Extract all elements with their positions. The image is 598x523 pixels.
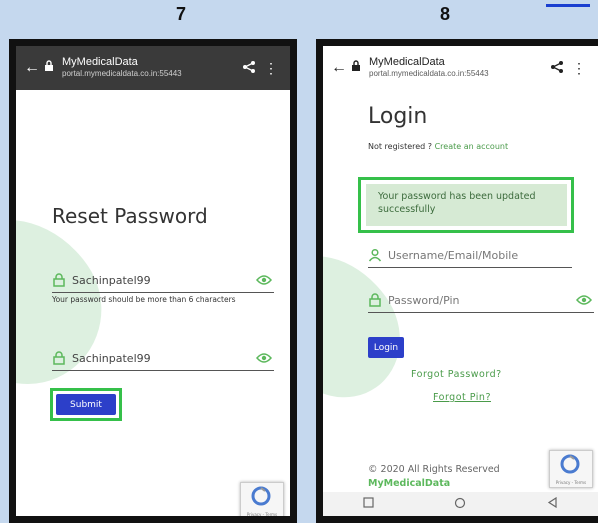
eye-icon[interactable] (254, 274, 274, 286)
page-title: Reset Password (52, 204, 208, 228)
page-title: Login (368, 104, 428, 129)
lock-icon (52, 351, 72, 365)
lock-icon (368, 293, 388, 307)
recaptcha-badge[interactable]: Privacy - Terms (240, 482, 284, 517)
corner-link[interactable] (546, 4, 590, 7)
username-field[interactable]: Username/Email/Mobile (368, 243, 572, 268)
site-url: portal.mymedicaldata.co.in:55443 (62, 69, 182, 78)
eye-icon[interactable] (574, 294, 594, 306)
user-icon (368, 248, 388, 262)
site-name: MyMedicalData (369, 56, 445, 68)
username-placeholder: Username/Email/Mobile (388, 248, 519, 262)
recaptcha-badge[interactable]: Privacy - Terms (549, 450, 593, 488)
not-registered-text: Not registered ? (368, 142, 433, 151)
create-account-link[interactable]: Create an account (435, 142, 509, 151)
password-field[interactable]: Password/Pin (368, 288, 594, 313)
share-icon[interactable] (546, 60, 568, 77)
forgot-password-link[interactable]: Forgot Password? (411, 369, 502, 380)
site-name: MyMedicalData (62, 56, 138, 68)
recent-apps-icon[interactable] (363, 497, 374, 511)
lock-icon (44, 59, 56, 77)
url-display[interactable]: MyMedicalData portal.mymedicaldata.co.in… (369, 57, 546, 79)
submit-button[interactable]: Submit (56, 394, 116, 415)
site-url: portal.mymedicaldata.co.in:55443 (369, 69, 489, 78)
captcha-caption: Privacy - Terms (246, 512, 278, 517)
back-arrow-icon[interactable]: ← (24, 59, 44, 77)
password-value: Sachinpatel99 (72, 273, 151, 287)
back-arrow-icon[interactable]: ← (331, 59, 351, 77)
login-button[interactable]: Login (368, 337, 404, 358)
captcha-caption: Privacy - Terms (555, 480, 587, 485)
new-password-field[interactable]: Sachinpatel99 (52, 268, 274, 293)
android-nav-bar (323, 492, 598, 516)
copyright-text: © 2020 All Rights Reserved (368, 464, 500, 475)
browser-bar: ← MyMedicalData portal.mymedicaldata.co.… (16, 46, 290, 90)
password-hint: Your password should be more than 6 char… (52, 295, 236, 304)
lock-icon (351, 59, 363, 77)
register-line: Not registered ? Create an account (368, 142, 508, 151)
lock-icon (52, 273, 72, 287)
success-alert: Your password has been updated successfu… (366, 184, 567, 226)
step-number-8: 8 (440, 4, 451, 24)
more-options-icon[interactable]: ⋮ (568, 60, 590, 77)
more-options-icon[interactable]: ⋮ (260, 60, 282, 77)
brand-name: MyMedicalData (368, 478, 451, 489)
browser-bar: ← MyMedicalData portal.mymedicaldata.co.… (323, 46, 598, 90)
share-icon[interactable] (238, 60, 260, 77)
password-placeholder: Password/Pin (388, 293, 460, 307)
phone-login: ← MyMedicalData portal.mymedicaldata.co.… (316, 39, 598, 523)
url-display[interactable]: MyMedicalData portal.mymedicaldata.co.in… (62, 57, 238, 79)
confirm-password-field[interactable]: Sachinpatel99 (52, 346, 274, 371)
back-triangle-icon[interactable] (547, 496, 558, 511)
eye-icon[interactable] (254, 352, 274, 364)
home-icon[interactable] (454, 497, 466, 512)
confirm-password-value: Sachinpatel99 (72, 351, 151, 365)
step-number-7: 7 (176, 4, 187, 24)
forgot-pin-link[interactable]: Forgot Pin? (433, 392, 491, 403)
phone-reset-password: ← MyMedicalData portal.mymedicaldata.co.… (9, 39, 297, 523)
